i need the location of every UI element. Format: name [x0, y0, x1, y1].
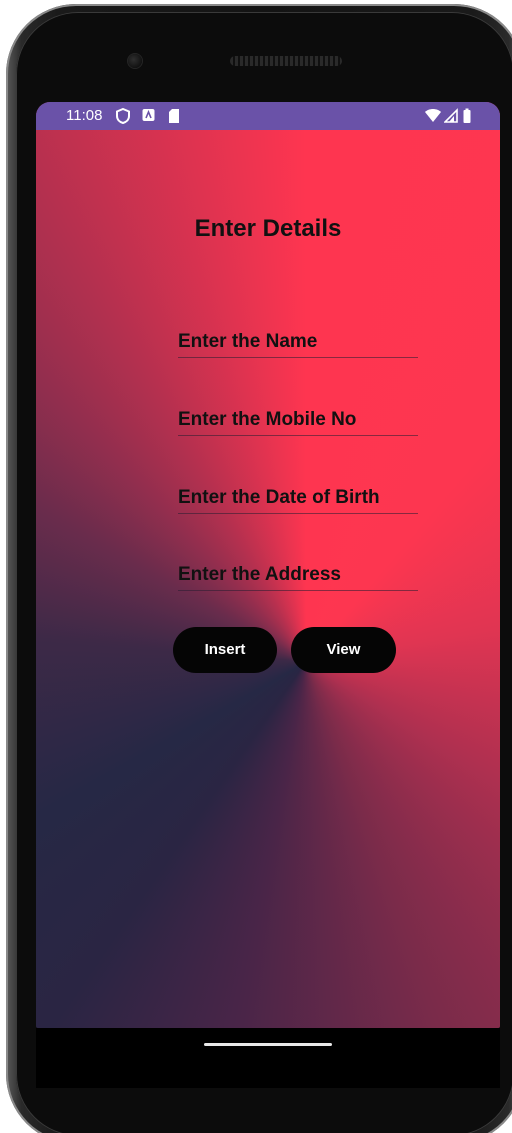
signal-icon: [443, 108, 458, 124]
app-screen: 11:08 Enter Details Enter the Name Enter…: [36, 102, 500, 1028]
name-field: [178, 327, 418, 363]
sd-card-icon: [168, 108, 180, 124]
shield-icon: [116, 107, 130, 125]
notification-a-icon: [142, 108, 155, 124]
navigation-bar: [36, 1028, 500, 1088]
status-time: 11:08: [66, 107, 103, 124]
mobile-field: [178, 405, 418, 441]
dob-field: [178, 483, 418, 519]
front-camera: [128, 54, 142, 68]
status-bar: 11:08: [36, 102, 500, 130]
wifi-icon: [424, 108, 442, 124]
name-input[interactable]: [178, 327, 418, 358]
page-title: Enter Details: [194, 215, 342, 242]
address-input[interactable]: [178, 560, 418, 591]
earpiece-speaker: [230, 56, 342, 66]
view-button[interactable]: View: [291, 627, 396, 673]
address-field: [178, 560, 418, 596]
insert-button[interactable]: Insert: [173, 627, 277, 673]
mobile-input[interactable]: [178, 405, 418, 436]
battery-icon: [463, 108, 471, 124]
home-indicator[interactable]: [204, 1043, 332, 1046]
dob-input[interactable]: [178, 483, 418, 514]
